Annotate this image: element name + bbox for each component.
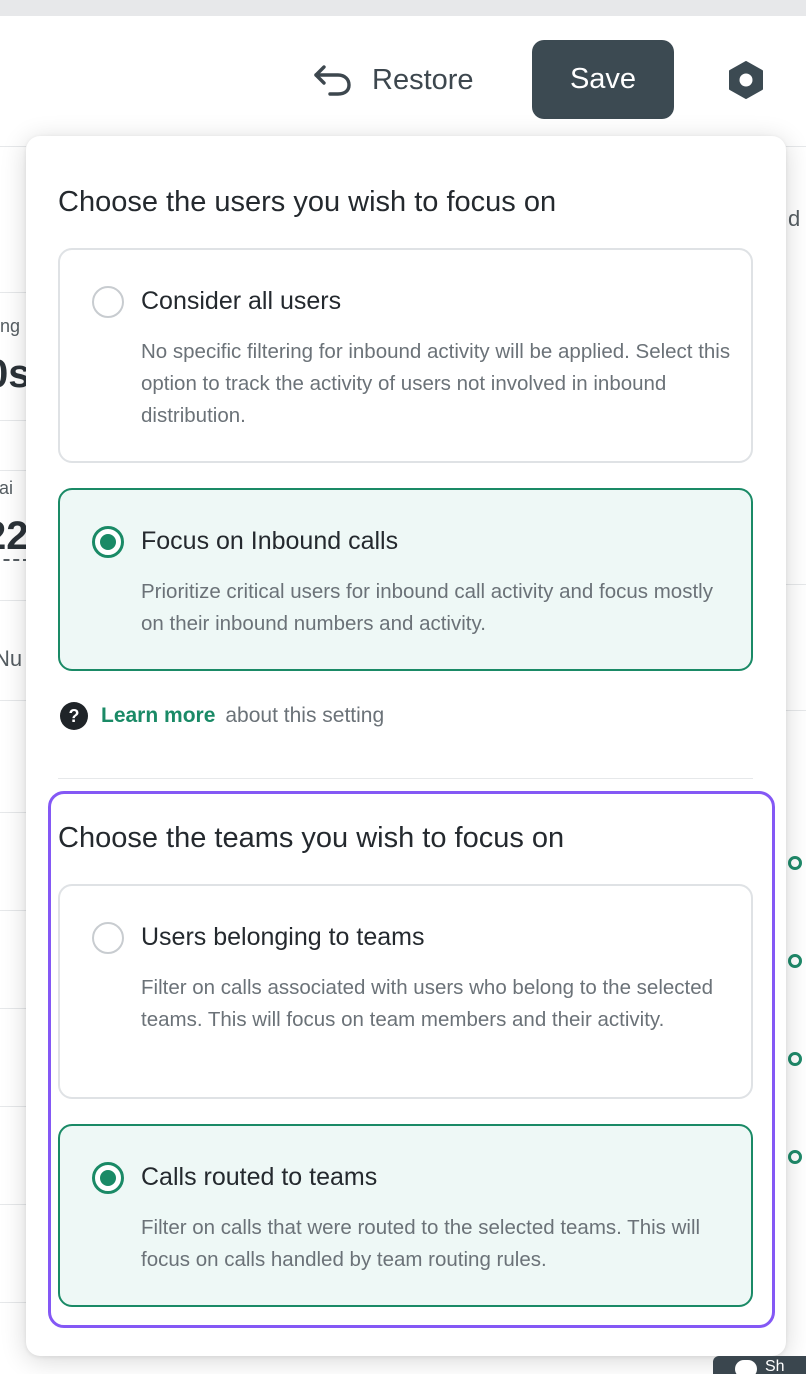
radio-selected[interactable]	[92, 1162, 124, 1194]
chat-widget-label: Sh	[765, 1358, 785, 1374]
help-text: about this setting	[225, 704, 385, 727]
bg-divider	[0, 420, 26, 421]
settings-hexagon-icon[interactable]	[726, 60, 766, 100]
bg-text-fragment: ong	[0, 316, 21, 336]
bg-divider	[0, 470, 26, 471]
option-description: Filter on calls associated with users wh…	[141, 976, 714, 1031]
section-divider	[58, 778, 753, 779]
undo-icon	[314, 65, 351, 96]
bg-status-dot	[788, 856, 802, 870]
focus-settings-popover: Choose the users you wish to focus on Co…	[26, 136, 786, 1356]
bg-divider	[786, 146, 806, 147]
top-strip	[0, 0, 806, 16]
bg-divider	[0, 1302, 26, 1303]
bg-divider	[0, 600, 26, 601]
option-description: No specific filtering for inbound activi…	[141, 340, 731, 427]
option-label: Focus on Inbound calls	[141, 527, 399, 555]
option-focus-inbound-calls[interactable]: Focus on Inbound calls Prioritize critic…	[58, 488, 753, 671]
option-label: Users belonging to teams	[141, 923, 425, 951]
learn-more-link[interactable]: Learn more	[101, 704, 215, 728]
restore-label: Restore	[372, 63, 474, 96]
bg-status-dot	[788, 954, 802, 968]
restore-button[interactable]: Restore	[312, 58, 474, 102]
bg-divider	[0, 1008, 26, 1009]
option-label: Calls routed to teams	[141, 1163, 378, 1191]
option-description: Filter on calls that were routed to the …	[141, 1216, 701, 1271]
bg-text-fragment: d	[788, 206, 801, 231]
radio-unselected[interactable]	[92, 286, 124, 318]
save-button[interactable]: Save	[532, 40, 674, 119]
option-users-belonging-to-teams[interactable]: Users belonging to teams Filter on calls…	[58, 884, 753, 1099]
bg-divider	[786, 710, 806, 711]
users-section-title: Choose the users you wish to focus on	[58, 186, 557, 218]
bg-divider	[0, 292, 26, 293]
question-circle-icon: ?	[60, 702, 88, 730]
bg-divider	[0, 1106, 26, 1107]
chat-bubble-icon	[735, 1360, 757, 1374]
option-description: Prioritize critical users for inbound ca…	[141, 580, 713, 635]
bg-divider	[0, 812, 26, 813]
bg-metric-fragment: 22	[0, 514, 29, 561]
bg-divider	[0, 700, 26, 701]
bg-divider	[786, 584, 806, 585]
option-consider-all-users[interactable]: Consider all users No specific filtering…	[58, 248, 753, 463]
help-row: ? Learn more about this setting	[60, 702, 384, 730]
option-label: Consider all users	[141, 287, 342, 315]
radio-selected[interactable]	[92, 526, 124, 558]
option-calls-routed-to-teams[interactable]: Calls routed to teams Filter on calls th…	[58, 1124, 753, 1307]
bg-divider	[0, 146, 26, 147]
bg-text-fragment: vai	[0, 478, 14, 498]
bg-status-dot	[788, 1052, 802, 1066]
chat-widget-button[interactable]: Sh	[713, 1356, 806, 1374]
radio-unselected[interactable]	[92, 922, 124, 954]
bg-status-dot	[788, 1150, 802, 1164]
bg-divider	[0, 1204, 26, 1205]
teams-section-title: Choose the teams you wish to focus on	[58, 822, 565, 854]
bg-divider	[0, 910, 26, 911]
bg-text-fragment: Nu	[0, 646, 23, 671]
